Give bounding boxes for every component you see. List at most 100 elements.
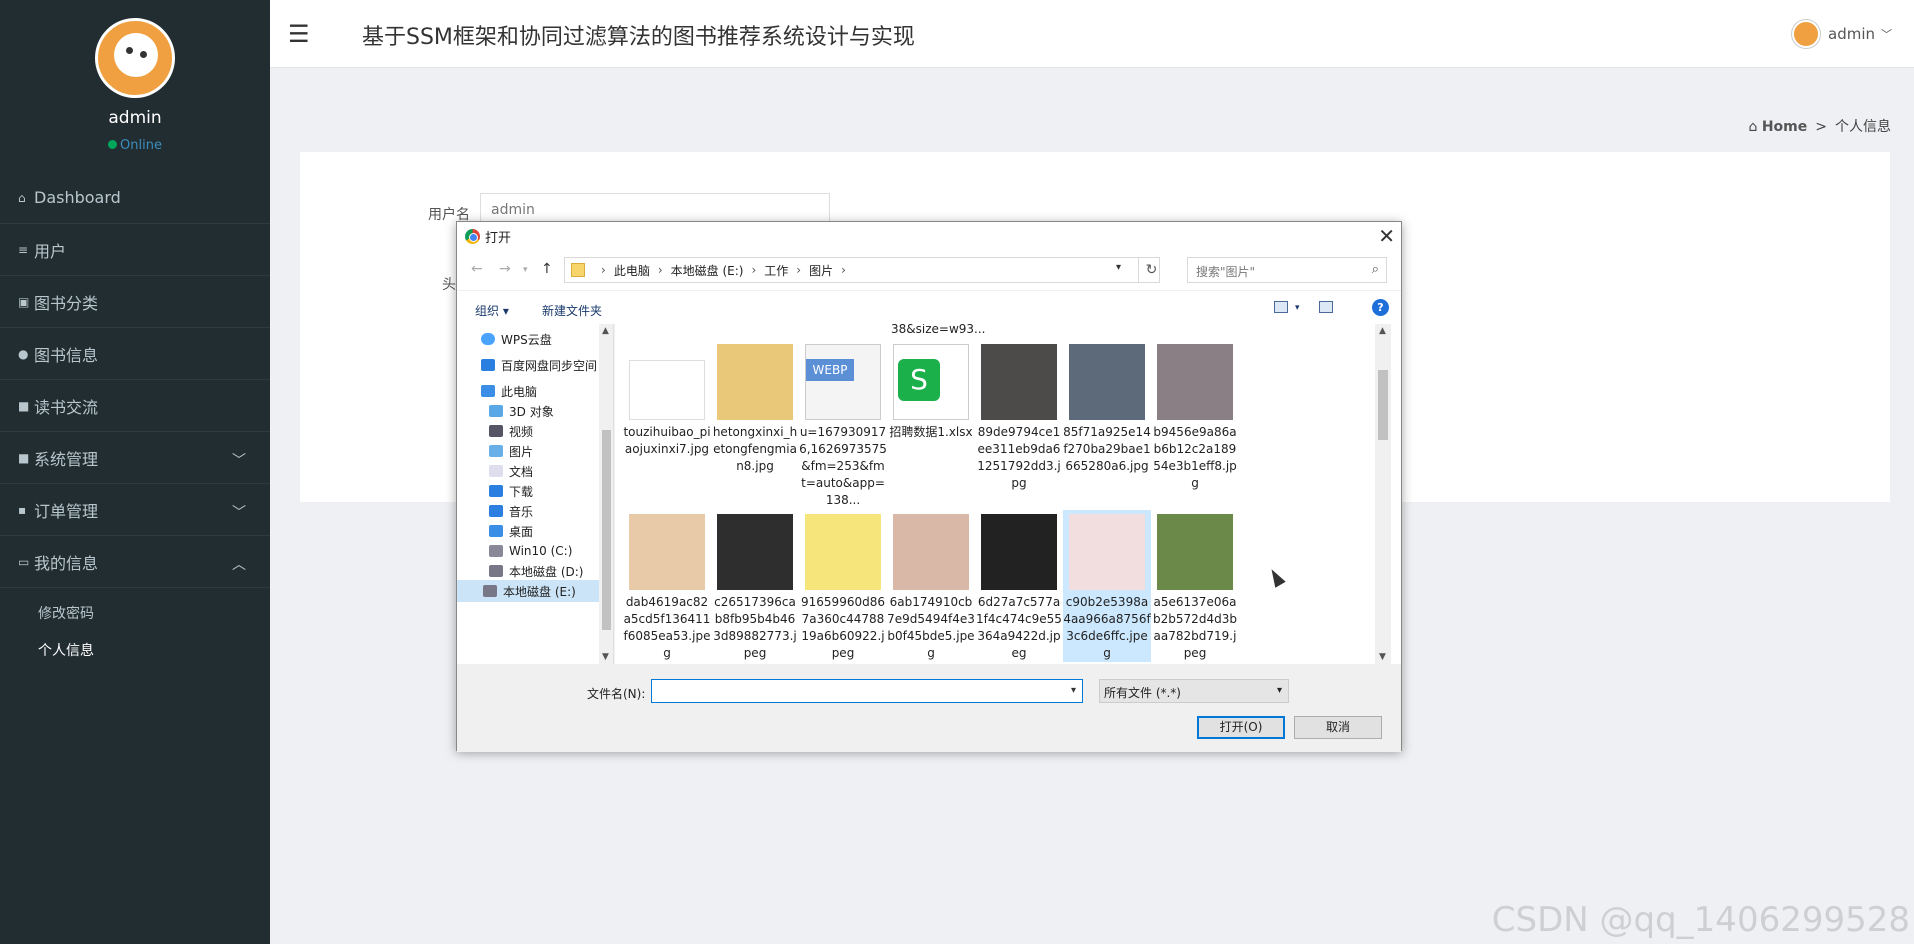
back-icon[interactable]: ← <box>471 261 483 277</box>
path-segment[interactable]: 本地磁盘 (E:) <box>671 262 744 279</box>
filename-input[interactable] <box>651 679 1083 703</box>
path-segment[interactable]: 此电脑 <box>614 262 650 279</box>
nav-item[interactable]: 文档 <box>489 460 533 482</box>
file-name: c90b2e5398a4aa966a8756f3c6de6ffc.jpeg <box>1063 595 1151 660</box>
file-item[interactable]: hetongxinxi_hetongfengmian8.jpg <box>711 344 799 475</box>
user-menu[interactable]: admin ﹀ <box>1792 20 1892 48</box>
filetype-select[interactable]: 所有文件 (*.*) ▾ <box>1099 679 1289 703</box>
home-icon: ⌂ <box>18 190 26 205</box>
nav-item-label: 本地磁盘 (D:) <box>509 564 584 579</box>
online-dot-icon <box>108 140 118 149</box>
sidebar-item-book-info[interactable]: ● 图书信息 <box>0 328 270 380</box>
file-item[interactable]: 85f71a925e14f270ba29bae1665280a6.jpg <box>1063 344 1151 475</box>
sidebar-item-label: 订单管理 <box>34 501 99 521</box>
menu-toggle-icon[interactable]: ☰ <box>288 20 310 48</box>
sidebar-item-dashboard[interactable]: ⌂ Dashboard <box>0 172 270 224</box>
pictures-icon <box>489 445 503 457</box>
book-icon: ▣ <box>18 294 30 309</box>
nav-scrollbar[interactable]: ▲ ▼ <box>599 324 613 664</box>
breadcrumb-current: 个人信息 <box>1835 119 1891 135</box>
file-item[interactable]: c26517396cab8fb95b4b463d89882773.jpeg <box>711 514 799 662</box>
sidebar-item-label: 图书信息 <box>34 345 99 365</box>
view-dropdown-icon[interactable]: ▾ <box>1295 303 1300 313</box>
sidebar: admin Online ⌂ Dashboard ≡ 用户 ▣ 图书分类 ● 图书信息 … <box>0 0 270 944</box>
file-list-scrollbar[interactable]: ▲ ▼ <box>1375 324 1391 664</box>
nav-item[interactable]: 此电脑 <box>481 380 537 402</box>
forward-icon[interactable]: → <box>499 261 511 277</box>
open-button[interactable]: 打开(O) <box>1197 716 1285 739</box>
file-item[interactable]: 91659960d867a360c4478819a6b60922.jpeg <box>799 514 887 662</box>
nav-item[interactable]: Win10 (C:) <box>489 540 572 562</box>
refresh-icon[interactable]: ↻ <box>1138 257 1164 283</box>
sidebar-item-book-category[interactable]: ▣ 图书分类 <box>0 276 270 328</box>
address-bar[interactable]: › 此电脑 › 本地磁盘 (E:) › 工作 › 图片 › <box>564 257 1160 283</box>
file-thumbnail <box>629 514 705 590</box>
recent-dropdown-icon[interactable]: ▾ <box>523 265 528 275</box>
chevron-down-icon: ﹀ <box>232 453 246 469</box>
sidebar-item-orders[interactable]: ▪ 订单管理 ﹀ <box>0 484 270 536</box>
path-segment[interactable]: 图片 <box>809 262 833 279</box>
webp-file-icon: WEBP <box>805 344 881 420</box>
documents-icon <box>489 465 503 477</box>
nav-item[interactable]: 本地磁盘 (D:) <box>489 560 583 582</box>
nav-item[interactable]: WPS云盘 <box>481 328 552 350</box>
breadcrumb: ⌂ Home > 个人信息 <box>1749 116 1892 136</box>
search-input[interactable]: 搜索"图片" <box>1187 257 1387 283</box>
nav-item[interactable]: 视频 <box>489 420 533 442</box>
user-icon: ● <box>18 346 29 361</box>
file-item[interactable]: a5e6137e06ab2b572d4d3baa782bd719.jpeg <box>1151 514 1239 662</box>
file-item[interactable]: touzihuibao_piaojuxinxi7.jpg <box>623 344 711 458</box>
sidebar-item-label: 系统管理 <box>34 449 99 469</box>
breadcrumb-home[interactable]: Home <box>1762 119 1807 135</box>
address-dropdown-icon[interactable]: ▾ <box>1116 262 1121 273</box>
cloud-icon <box>481 333 495 345</box>
file-list: 38&size=w93... touzihuibao_piaojuxinxi7.… <box>615 324 1401 664</box>
file-item[interactable]: 89de9794ce1ee311eb9da61251792dd3.jpg <box>975 344 1063 492</box>
cancel-button[interactable]: 取消 <box>1294 716 1382 739</box>
sidebar-item-users[interactable]: ≡ 用户 <box>0 224 270 276</box>
drive-icon <box>489 545 503 557</box>
nav-item[interactable]: 3D 对象 <box>489 400 554 422</box>
file-item[interactable]: b9456e9a86ab6b12c2a18954e3b1eff8.jpg <box>1151 344 1239 492</box>
view-mode-icon[interactable] <box>1274 301 1288 313</box>
nav-item[interactable]: 百度网盘同步空间 <box>481 354 597 376</box>
file-open-dialog: 打开 ✕ ← → ▾ ↑ › 此电脑 › 本地磁盘 (E:) › 工作 › 图片 › ▾… <box>456 221 1402 752</box>
file-item-selected[interactable]: c90b2e5398a4aa966a8756f3c6de6ffc.jpeg <box>1063 510 1151 662</box>
file-item[interactable]: 6ab174910cb7e9d5494f4e3b0f45bde5.jpeg <box>887 514 975 662</box>
sidebar-subitem-change-password[interactable]: 修改密码 <box>0 594 270 631</box>
scroll-up-icon[interactable]: ▲ <box>1379 326 1386 336</box>
nav-item-selected[interactable]: 本地磁盘 (E:) <box>457 580 599 602</box>
organize-button[interactable]: 组织 ▾ <box>475 302 509 319</box>
file-item[interactable]: dab4619ac82a5cd5f136411f6085ea53.jpeg <box>623 514 711 662</box>
list-icon: ≡ <box>18 242 29 257</box>
sidebar-item-reading-exchange[interactable]: ■ 读书交流 <box>0 380 270 432</box>
help-icon[interactable]: ? <box>1372 299 1389 316</box>
sidebar-item-label: Dashboard <box>34 188 121 207</box>
nav-item[interactable]: 音乐 <box>489 500 533 522</box>
filename-dropdown-icon[interactable]: ▾ <box>1071 685 1076 696</box>
up-icon[interactable]: ↑ <box>541 261 553 277</box>
sidebar-item-system[interactable]: ■ 系统管理 ﹀ <box>0 432 270 484</box>
scroll-up-icon[interactable]: ▲ <box>602 326 609 336</box>
new-folder-button[interactable]: 新建文件夹 <box>542 302 602 319</box>
chevron-right-icon: › <box>657 263 663 277</box>
avatar <box>1792 20 1820 48</box>
nav-item[interactable]: 桌面 <box>489 520 533 542</box>
nav-item-label: 此电脑 <box>501 384 538 399</box>
close-icon[interactable]: ✕ <box>1378 224 1395 248</box>
preview-pane-icon[interactable] <box>1319 301 1333 313</box>
sidebar-item-my-info[interactable]: ▭ 我的信息 ︿ <box>0 536 270 588</box>
sidebar-menu: ⌂ Dashboard ≡ 用户 ▣ 图书分类 ● 图书信息 ■ 读书交流 ■ 系统管理 ﹀ … <box>0 172 270 668</box>
file-item[interactable]: WEBP u=1679309176,1626973575&fm=253&fmt=a… <box>799 344 887 509</box>
file-item[interactable]: S 招聘数据1.xlsx <box>887 344 975 441</box>
scroll-down-icon[interactable]: ▼ <box>1379 652 1386 662</box>
scrollbar-thumb[interactable] <box>602 430 611 630</box>
nav-item[interactable]: 下载 <box>489 480 533 502</box>
path-segment[interactable]: 工作 <box>764 262 788 279</box>
file-name: c26517396cab8fb95b4b463d89882773.jpeg <box>713 595 797 660</box>
nav-item[interactable]: 图片 <box>489 440 533 462</box>
scrollbar-thumb[interactable] <box>1378 370 1388 440</box>
scroll-down-icon[interactable]: ▼ <box>602 652 609 662</box>
file-item[interactable]: 6d27a7c577a1f4c474c9e55364a9422d.jpeg <box>975 514 1063 662</box>
sidebar-subitem-profile[interactable]: 个人信息 <box>0 631 270 668</box>
